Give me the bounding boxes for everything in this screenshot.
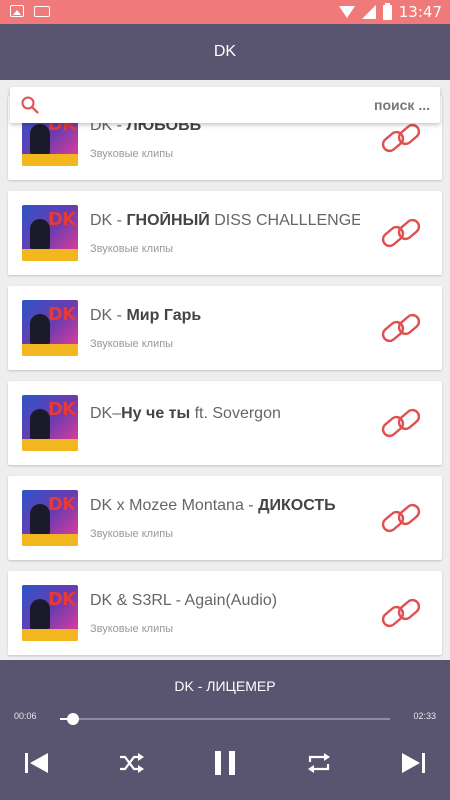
track-title: DK - Мир Гарь xyxy=(90,307,202,324)
shuffle-icon[interactable] xyxy=(116,748,146,778)
now-playing-title: DK - ЛИЦЕМЕР xyxy=(174,678,276,694)
app-bar: DK xyxy=(0,24,450,80)
player-bar: DK - ЛИЦЕМЕР 00:06 02:33 xyxy=(0,660,450,800)
album-art: DK xyxy=(22,205,78,261)
search-bar[interactable] xyxy=(10,87,440,123)
link-icon[interactable] xyxy=(378,496,424,540)
track-subtitle: Звуковые клипы xyxy=(90,528,174,540)
keyboard-notification-icon xyxy=(34,5,50,17)
track-title: DK - ГНОЙНЫЙ DISS CHALLLENGE xyxy=(90,212,360,229)
repeat-icon[interactable] xyxy=(304,748,334,778)
previous-icon[interactable] xyxy=(22,748,52,778)
seek-thumb[interactable] xyxy=(67,713,80,725)
wifi-icon xyxy=(338,6,355,18)
track-card-6[interactable]: DK DK & S3RL - Again(Audio) Звуковые кли… xyxy=(8,571,442,655)
track-subtitle: Звуковые клипы xyxy=(90,623,174,635)
track-card-5[interactable]: DK DK x Mozee Montana - ДИКОСТЬ Звуковые… xyxy=(8,476,442,560)
album-art: DK xyxy=(22,395,78,451)
link-icon[interactable] xyxy=(378,401,424,445)
status-time: 13:47 xyxy=(398,3,442,21)
image-notification-icon xyxy=(10,5,24,17)
track-list[interactable]: DK DK - ЛЮБОВЬ Звуковые клипы DK DK - ГН… xyxy=(0,80,450,660)
status-bar: 13:47 xyxy=(0,0,450,24)
link-icon[interactable] xyxy=(378,211,424,255)
track-card-4[interactable]: DK DK–Ну че ты ft. Sovergon xyxy=(8,381,442,465)
track-subtitle: Звуковые клипы xyxy=(90,148,174,160)
battery-icon xyxy=(382,2,392,20)
link-icon[interactable] xyxy=(378,306,424,350)
album-art: DK xyxy=(22,490,78,546)
seek-bar[interactable] xyxy=(60,713,390,725)
track-title: DK x Mozee Montana - ДИКОСТЬ xyxy=(90,497,336,514)
current-time: 00:06 xyxy=(14,711,37,721)
track-title: DK & S3RL - Again(Audio) xyxy=(90,592,278,609)
album-art: DK xyxy=(22,300,78,356)
link-icon[interactable] xyxy=(378,591,424,635)
signal-icon xyxy=(361,5,376,19)
album-art: DK xyxy=(22,585,78,641)
app-title: DK xyxy=(213,43,237,60)
next-icon[interactable] xyxy=(398,748,428,778)
search-input[interactable] xyxy=(50,93,430,117)
track-title: DK–Ну че ты ft. Sovergon xyxy=(90,405,281,422)
track-subtitle: Звуковые клипы xyxy=(90,243,174,255)
track-card-3[interactable]: DK DK - Мир Гарь Звуковые клипы xyxy=(8,286,442,370)
track-card-2[interactable]: DK DK - ГНОЙНЫЙ DISS CHALLLENGE Звуковые… xyxy=(8,191,442,275)
track-subtitle: Звуковые клипы xyxy=(90,338,174,350)
pause-icon[interactable] xyxy=(210,748,240,778)
search-icon[interactable] xyxy=(20,95,40,115)
total-time: 02:33 xyxy=(413,711,436,721)
